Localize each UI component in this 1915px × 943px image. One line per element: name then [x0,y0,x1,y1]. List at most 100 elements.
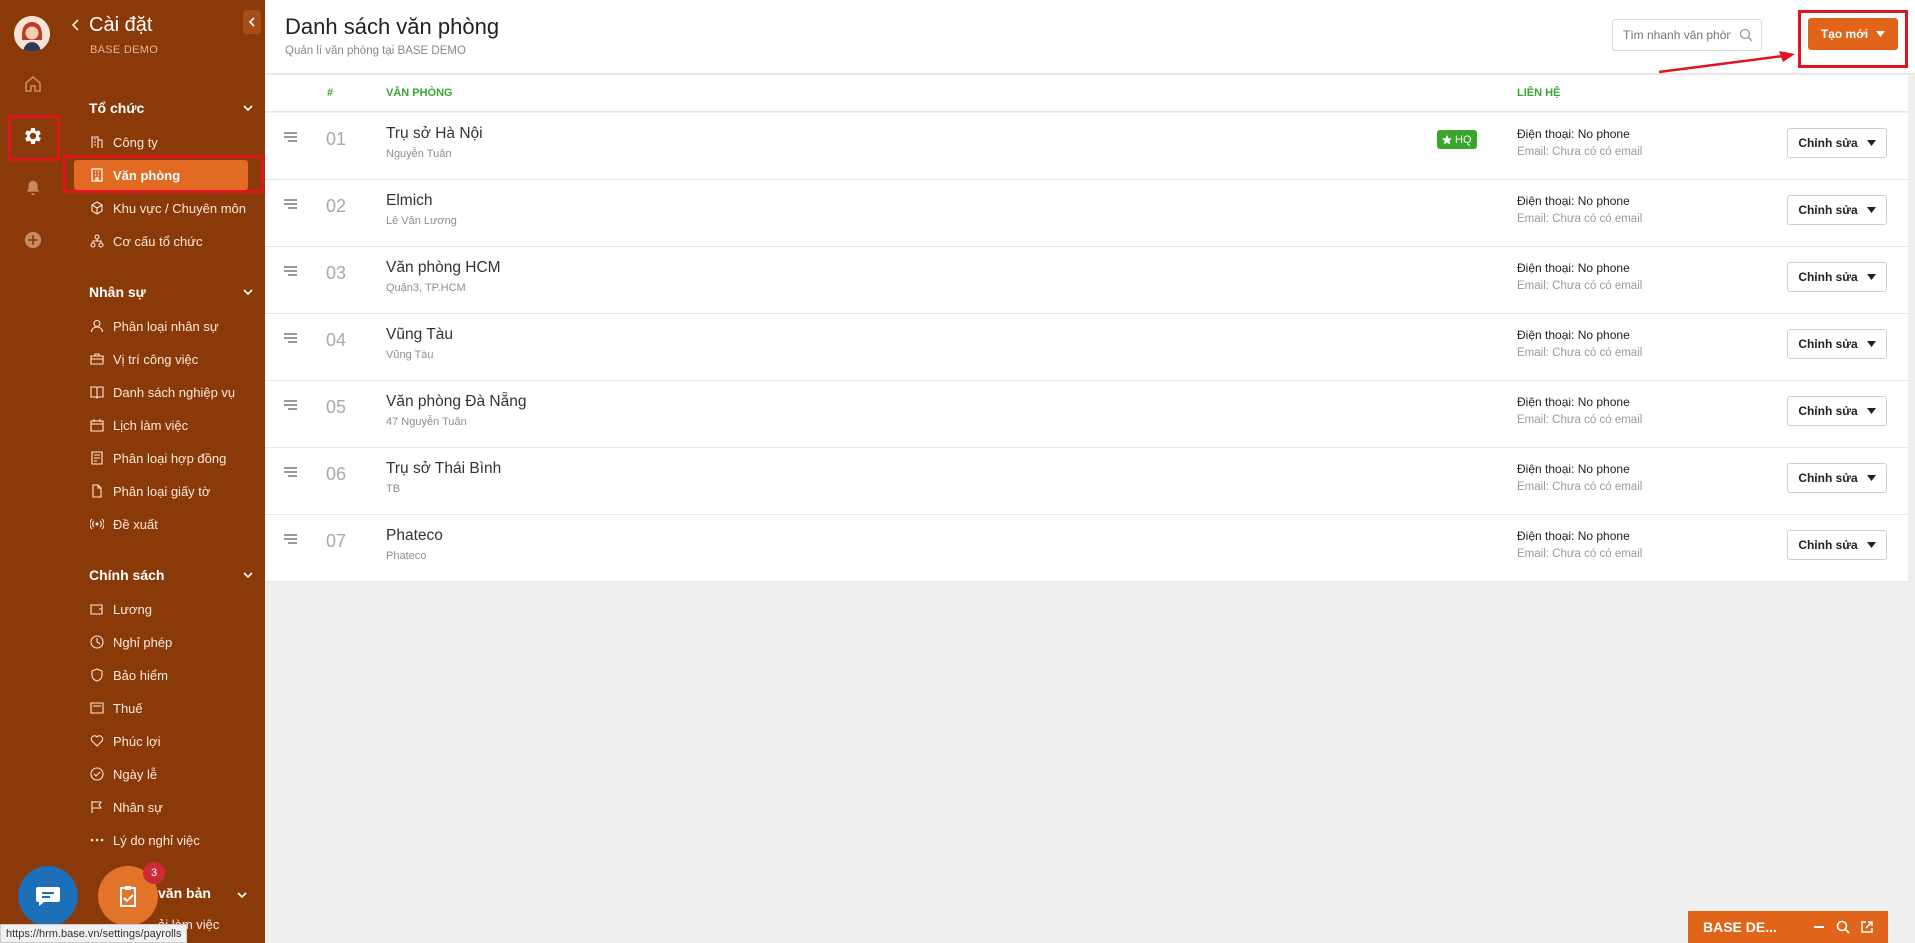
edit-button[interactable]: Chỉnh sửa [1787,530,1887,560]
table-row[interactable]: 04 Vũng Tàu Vũng Tàu Điện thoại: No phone Em… [265,314,1908,381]
back-chevron-icon[interactable] [71,18,81,32]
sidebar-item-nhan-su-policy[interactable]: Nhân sự [74,792,248,822]
office-name[interactable]: Phateco [386,527,443,545]
document-icon [90,484,104,498]
sidebar-item-khu-vuc[interactable]: Khu vực / Chuyên môn [74,193,248,223]
edit-button[interactable]: Chỉnh sửa [1787,128,1887,158]
clipboard-check-icon [120,886,136,907]
edit-button[interactable]: Chỉnh sửa [1787,262,1887,292]
chat-button[interactable] [18,866,78,926]
settings-title: Cài đặt [89,14,153,36]
sidebar-item-giay-to[interactable]: Phân loại giấy tờ [74,476,248,506]
bell-icon[interactable] [18,173,48,203]
receipt-icon [90,701,104,715]
sidebar-item-ly-do-nghi-viec[interactable]: Lý do nghỉ việc [74,825,248,855]
row-number: 06 [326,464,347,484]
office-address: Lê Văn Lương [386,215,457,227]
office-name[interactable]: Vũng Tàu [386,326,453,344]
search-icon[interactable] [1836,920,1850,934]
office-address: Quận3, TP.HCM [386,282,466,294]
section-chinh-sach[interactable]: Chính sách [89,567,253,583]
open-external-icon[interactable] [1860,920,1874,934]
caret-down-icon [1866,542,1876,548]
drag-handle-icon[interactable] [284,199,297,209]
table-row[interactable]: 03 Văn phòng HCM Quận3, TP.HCM Điện thoại: … [265,247,1908,314]
drag-handle-icon[interactable] [284,132,297,142]
home-icon[interactable] [18,69,48,99]
sidebar-item-label: Phân loại hợp đồng [113,450,227,466]
drag-handle-icon[interactable] [284,534,297,544]
office-name[interactable]: Elmich [386,192,433,210]
task-count-badge: 3 [143,862,165,884]
drag-handle-icon[interactable] [284,467,297,477]
sidebar-item-label: Cơ cấu tổ chức [113,233,203,249]
edit-button[interactable]: Chỉnh sửa [1787,463,1887,493]
table-row[interactable]: 01 Trụ sở Hà Nội Nguyễn Tuân HQ Điện thoại: … [265,113,1908,180]
office-name[interactable]: Văn phòng Đà Nẵng [386,393,526,411]
table-row[interactable]: 05 Văn phòng Đà Nẵng 47 Nguyễn Tuân Điện th… [265,381,1908,448]
table-row[interactable]: 06 Trụ sở Thái Bình TB Điện thoại: No phone… [265,448,1908,515]
row-number: 02 [326,196,347,216]
shield-icon [90,668,104,682]
sidebar-item-luong[interactable]: Lương [74,594,248,624]
main-content: Danh sách văn phòng Quản lí văn phòng tạ… [265,0,1915,943]
sidebar-item-ngay-le[interactable]: Ngày lễ [74,759,248,789]
edit-button-label: Chỉnh sửa [1798,270,1858,284]
drag-handle-icon[interactable] [284,266,297,276]
sidebar-item-bao-hiem[interactable]: Bảo hiểm [74,660,248,690]
sidebar-item-lich-lam-viec[interactable]: Lịch làm việc [74,410,248,440]
sidebar-item-nghiep-vu[interactable]: Danh sách nghiệp vụ [74,377,248,407]
edit-button-label: Chỉnh sửa [1798,136,1858,150]
user-avatar[interactable] [14,16,50,52]
book-icon [90,385,104,399]
edit-button[interactable]: Chỉnh sửa [1787,195,1887,225]
page-title: Danh sách văn phòng [285,14,500,39]
star-icon [1442,134,1452,144]
sidebar-item-phan-loai-nhan-su[interactable]: Phân loại nhân sự [74,311,248,341]
minimized-chat-widget[interactable]: BASE DE... [1688,911,1888,943]
sidebar-item-co-cau[interactable]: Cơ cấu tổ chức [74,226,248,256]
drag-handle-icon[interactable] [284,333,297,343]
section-van-ban-partial[interactable]: văn bản [158,885,211,901]
row-number: 05 [326,397,347,417]
sidebar-item-cong-ty[interactable]: Công ty [74,127,248,157]
section-nhan-su[interactable]: Nhân sự [89,284,253,300]
caret-down-icon [1866,475,1876,481]
section-to-chuc[interactable]: Tổ chức [89,100,253,116]
sidebar-item-label: Danh sách nghiệp vụ [113,384,236,400]
hq-badge-label: HQ [1455,133,1472,146]
office-name[interactable]: Trụ sở Hà Nội [386,125,483,143]
caret-down-icon [1866,207,1876,213]
building-icon [90,135,104,149]
office-name[interactable]: Trụ sở Thái Bình [386,460,501,478]
sidebar-item-hop-dong[interactable]: Phân loại hợp đồng [74,443,248,473]
minimize-icon[interactable] [1812,920,1826,934]
sidebar-item-label: Nghỉ phép [113,634,173,650]
collapse-sidebar-button[interactable] [243,10,261,34]
sidebar-item-label: Phân loại giấy tờ [113,483,211,499]
office-name[interactable]: Văn phòng HCM [386,259,501,277]
sidebar-item-nghi-phep[interactable]: Nghỉ phép [74,627,248,657]
sidebar-item-de-xuat[interactable]: Đề xuất [74,509,248,539]
org-chart-icon [90,234,104,248]
settings-highlight-box [8,115,60,161]
sidebar-item-thue[interactable]: Thuế [74,693,248,723]
check-circle-icon [90,767,104,781]
edit-button[interactable]: Chỉnh sửa [1787,329,1887,359]
sidebar-item-vi-tri[interactable]: Vị trí công việc [74,344,248,374]
plus-circle-icon[interactable] [18,225,48,255]
flag-icon [90,800,104,814]
drag-handle-icon[interactable] [284,400,297,410]
office-phone: Điện thoại: No phone [1517,529,1630,543]
table-row[interactable]: 02 Elmich Lê Văn Lương Điện thoại: No phone… [265,180,1908,247]
annotation-arrow [1658,51,1795,74]
office-email: Email: Chưa có có email [1517,414,1643,426]
row-number: 03 [326,263,347,283]
search-icon[interactable] [1739,28,1753,42]
office-email: Email: Chưa có có email [1517,146,1643,158]
sidebar-item-phuc-loi[interactable]: Phúc lợi [74,726,248,756]
edit-button-label: Chỉnh sửa [1798,337,1858,351]
edit-button[interactable]: Chỉnh sửa [1787,396,1887,426]
table-row[interactable]: 07 Phateco Phateco Điện thoại: No phone Emai… [265,515,1908,582]
create-button-highlight-box [1798,10,1908,68]
